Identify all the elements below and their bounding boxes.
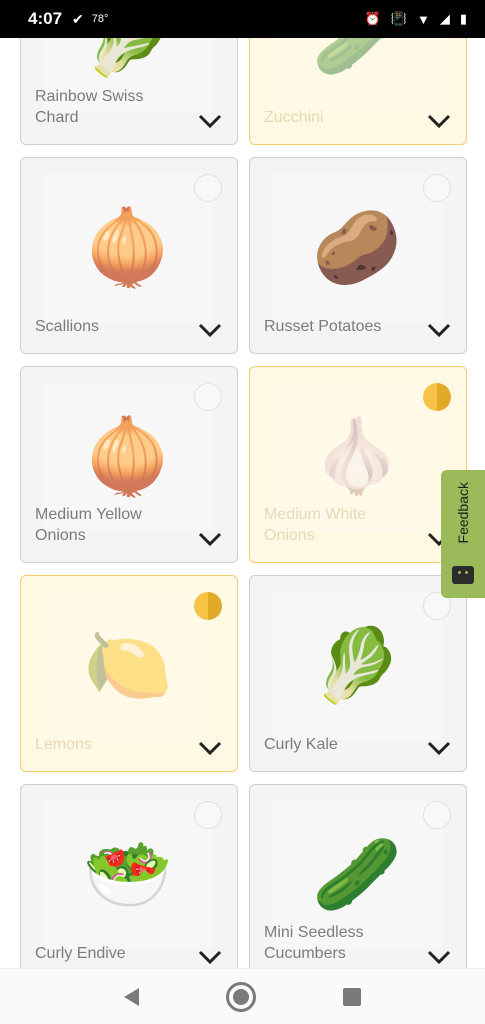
status-temperature: 78° xyxy=(91,13,109,25)
android-nav-bar xyxy=(0,968,485,1024)
product-card[interactable]: 🥗 Curly Endive xyxy=(20,784,238,968)
product-image: 🥗 xyxy=(43,801,213,949)
product-name: Curly Kale xyxy=(264,736,338,753)
chevron-down-icon[interactable] xyxy=(197,948,223,966)
product-grid-scroll[interactable]: 🥬 Rainbow Swiss Chard 🥒 Zucchini 🧅 Scall… xyxy=(0,38,485,968)
product-image: 🥒 xyxy=(272,38,442,113)
product-name: Mini Seedless Cucumbers xyxy=(264,924,364,962)
chevron-down-icon[interactable] xyxy=(197,112,223,130)
feedback-label: Feedback xyxy=(455,482,471,544)
product-image: 🍋 xyxy=(43,592,213,740)
chevron-down-icon[interactable] xyxy=(197,739,223,757)
chevron-down-icon[interactable] xyxy=(426,948,452,966)
product-card-selected[interactable]: 🥒 Zucchini xyxy=(249,38,467,145)
status-icons: ⏰ 📳 ▼ ◢ ▮ xyxy=(365,11,467,27)
wifi-icon: ▼ xyxy=(416,11,430,27)
product-card-selected[interactable]: 🧄 Medium White Onions xyxy=(249,366,467,563)
product-card[interactable]: 🥒 Mini Seedless Cucumbers xyxy=(249,784,467,968)
select-radio[interactable] xyxy=(194,383,222,411)
product-name: Scallions xyxy=(35,318,100,335)
chevron-down-icon[interactable] xyxy=(426,112,452,130)
back-icon[interactable] xyxy=(123,987,139,1006)
product-name: Russet Potatoes xyxy=(264,318,382,335)
chevron-down-icon[interactable] xyxy=(197,530,223,548)
product-name: Curly Endive xyxy=(35,945,126,962)
alarm-icon: ⏰ xyxy=(364,11,381,26)
feedback-face-icon xyxy=(452,566,474,584)
product-name: Rainbow Swiss Chard xyxy=(35,88,144,126)
product-image: 🥔 xyxy=(272,174,442,322)
battery-icon: ▮ xyxy=(459,11,467,26)
recents-icon[interactable] xyxy=(343,987,362,1006)
product-name: Lemons xyxy=(35,736,92,753)
select-radio[interactable] xyxy=(194,801,222,829)
home-icon[interactable] xyxy=(225,981,256,1012)
chevron-down-icon[interactable] xyxy=(197,321,223,339)
product-name: Zucchini xyxy=(264,109,324,126)
select-radio[interactable] xyxy=(194,174,222,202)
product-card[interactable]: 🧅 Medium Yellow Onions xyxy=(20,366,238,563)
product-card[interactable]: 🥔 Russet Potatoes xyxy=(249,157,467,354)
vibrate-icon: 📳 xyxy=(390,11,407,26)
signal-icon: ◢ xyxy=(439,11,450,26)
status-time: 4:07 xyxy=(28,9,63,28)
product-name: Medium White Onions xyxy=(264,506,367,544)
product-card-selected[interactable]: 🍋 Lemons xyxy=(20,575,238,772)
select-radio[interactable] xyxy=(423,801,451,829)
select-radio[interactable] xyxy=(423,174,451,202)
chevron-down-icon[interactable] xyxy=(426,321,452,339)
select-radio-checked[interactable] xyxy=(423,383,451,411)
chevron-down-icon[interactable] xyxy=(426,739,452,757)
feedback-button[interactable]: Feedback xyxy=(441,470,485,598)
product-image: 🧅 xyxy=(43,174,213,322)
status-bar: 4:07 ✔ 78° ⏰ 📳 ▼ ◢ ▮ xyxy=(0,0,485,38)
check-icon: ✔ xyxy=(72,10,84,27)
product-card[interactable]: 🥬 Rainbow Swiss Chard xyxy=(20,38,238,145)
product-card[interactable]: 🥬 Curly Kale xyxy=(249,575,467,772)
product-name: Medium Yellow Onions xyxy=(35,506,142,544)
product-card[interactable]: 🧅 Scallions xyxy=(20,157,238,354)
product-image: 🥬 xyxy=(272,592,442,740)
select-radio-checked[interactable] xyxy=(194,592,222,620)
